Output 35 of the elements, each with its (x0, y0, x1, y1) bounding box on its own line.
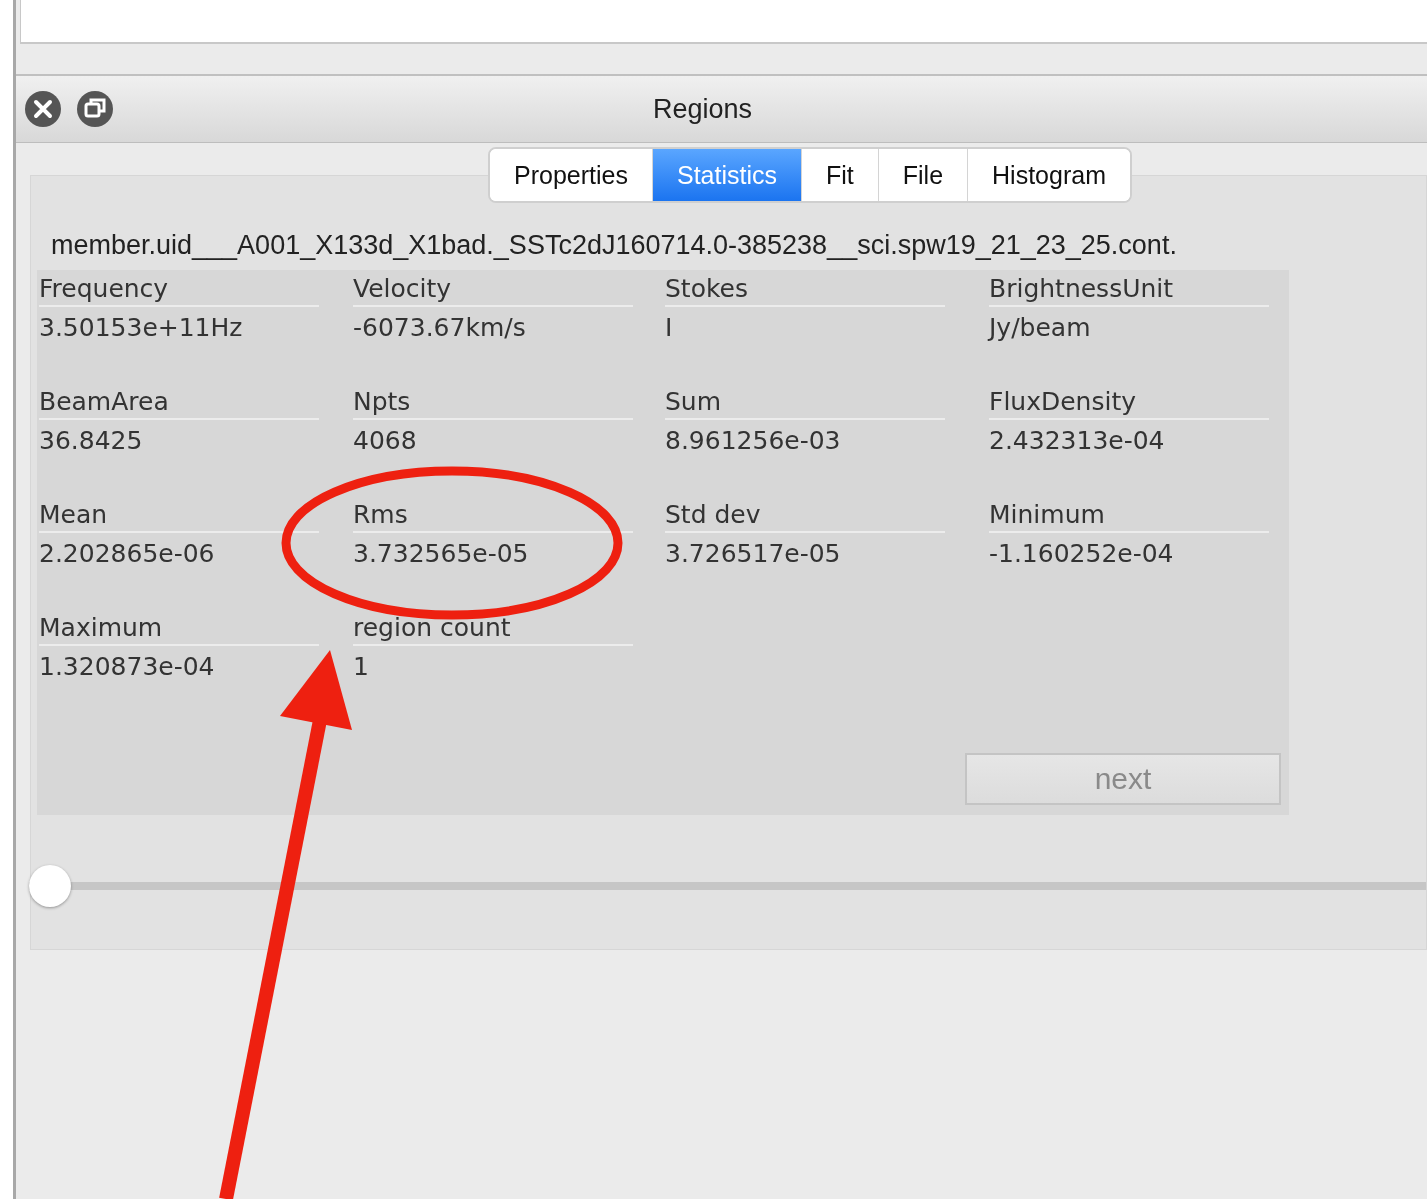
stat-label: Stokes (665, 270, 945, 307)
stat-value: 2.202865e-06 (39, 539, 216, 568)
stat-label: Rms (353, 496, 633, 533)
stat-label: region count (353, 609, 633, 646)
stat-label: BeamArea (39, 383, 319, 420)
stat-value: 1 (353, 652, 370, 681)
float-window-icon[interactable] (76, 90, 114, 128)
stat-label: FluxDensity (989, 383, 1269, 420)
text-area[interactable] (20, 0, 1427, 44)
stat-value: Jy/beam (989, 313, 1092, 342)
window-title: Regions (651, 93, 754, 125)
stat-value: 3.726517e-05 (665, 539, 842, 568)
stat-label: Velocity (353, 270, 633, 307)
stat-value: 3.732565e-05 (353, 539, 530, 568)
stat-value: 1.320873e-04 (39, 652, 216, 681)
stat-value: 2.432313e-04 (989, 426, 1166, 455)
file-name: member.uid___A001_X133d_X1bad._SSTc2dJ160714.0-385238__sci.spw19_21_23_25.cont. (50, 230, 1178, 262)
stat-label: Npts (353, 383, 633, 420)
stat-label: BrightnessUnit (989, 270, 1269, 307)
slider-thumb[interactable] (29, 865, 71, 907)
stat-label: Frequency (39, 270, 319, 307)
stat-value: 3.50153e+11Hz (39, 313, 244, 342)
stat-label: Maximum (39, 609, 319, 646)
stat-value: 8.961256e-03 (665, 426, 842, 455)
stat-value: -6073.67km/s (353, 313, 527, 342)
stat-label: Minimum (989, 496, 1269, 533)
stat-value: 36.8425 (39, 426, 144, 455)
stat-value: 4068 (353, 426, 418, 455)
stat-value: I (665, 313, 674, 342)
close-icon[interactable] (24, 90, 62, 128)
stat-label: Sum (665, 383, 945, 420)
tab[interactable]: Properties (490, 149, 653, 201)
stat-label: Mean (39, 496, 319, 533)
stat-value: -1.160252e-04 (989, 539, 1175, 568)
stat-label: Std dev (665, 496, 945, 533)
